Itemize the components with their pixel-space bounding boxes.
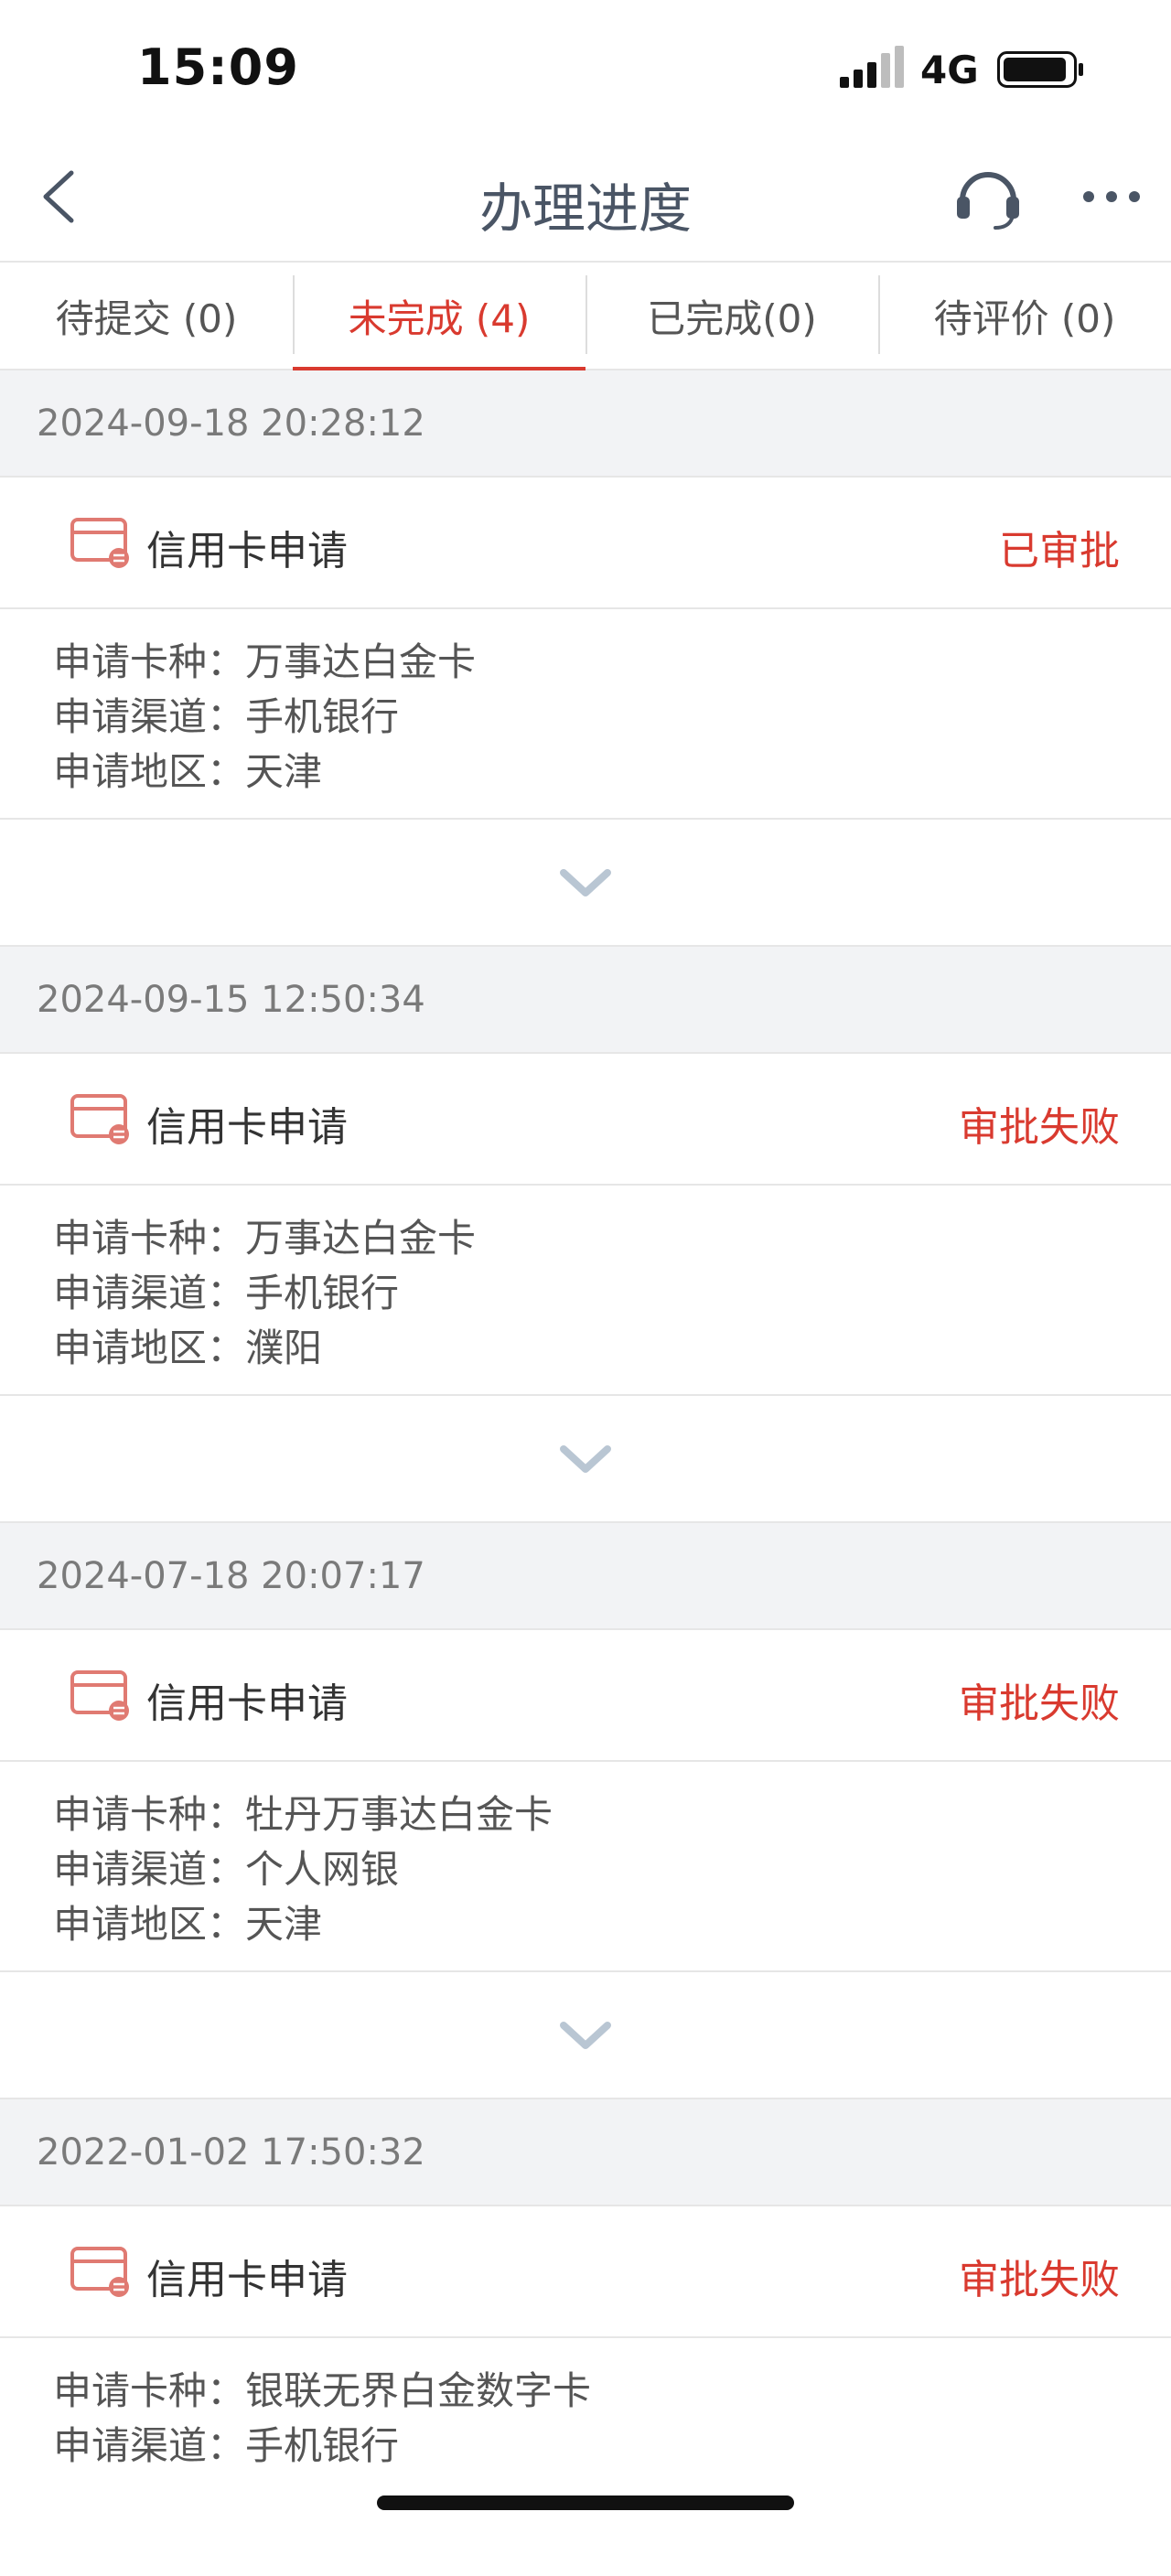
record-title: 信用卡申请 xyxy=(146,1104,348,1151)
record-header[interactable]: 信用卡申请 审批失败 xyxy=(0,1054,1171,1186)
tab-bar: 待提交 (0) 未完成 (4) 已完成(0) 待评价 (0) xyxy=(0,261,1171,370)
record-header[interactable]: 信用卡申请 已审批 xyxy=(0,478,1171,609)
credit-card-icon xyxy=(70,1670,129,1721)
record-details: 申请卡种：万事达白金卡 申请渠道：手机银行 申请地区：天津 xyxy=(0,609,1171,820)
detail-channel: 申请渠道：手机银行 xyxy=(53,2423,400,2468)
record-datetime: 2024-07-18 20:07:17 xyxy=(0,1523,1171,1630)
expand-button[interactable] xyxy=(0,1396,1171,1523)
headset-icon[interactable] xyxy=(951,160,1025,233)
record-header[interactable]: 信用卡申请 审批失败 xyxy=(0,1630,1171,1762)
record-status: 审批失败 xyxy=(959,2257,1120,2303)
detail-channel: 申请渠道：个人网银 xyxy=(53,1847,400,1892)
record-title: 信用卡申请 xyxy=(146,528,348,574)
record-title: 信用卡申请 xyxy=(146,1680,348,1727)
detail-region: 申请地区：濮阳 xyxy=(53,1326,323,1370)
tab-pending-submit[interactable]: 待提交 (0) xyxy=(0,263,293,369)
chevron-down-icon xyxy=(560,1445,611,1473)
tab-pending-review[interactable]: 待评价 (0) xyxy=(878,263,1171,369)
record-group: 2024-09-15 12:50:34 信用卡申请 审批失败 申请卡种：万事达白… xyxy=(0,947,1171,1523)
tab-completed[interactable]: 已完成(0) xyxy=(586,263,878,369)
status-bar: 15:09 4G xyxy=(0,0,1171,133)
detail-card-type: 申请卡种：银联无界白金数字卡 xyxy=(53,2368,592,2413)
record-details: 申请卡种：牡丹万事达白金卡 申请渠道：个人网银 申请地区：天津 xyxy=(0,1762,1171,1972)
expand-button[interactable] xyxy=(0,820,1171,947)
cellular-signal-icon xyxy=(840,46,904,88)
home-indicator xyxy=(377,2496,794,2510)
status-time: 15:09 xyxy=(137,38,299,96)
record-title: 信用卡申请 xyxy=(146,2257,348,2303)
record-datetime: 2022-01-02 17:50:32 xyxy=(0,2099,1171,2206)
detail-channel: 申请渠道：手机银行 xyxy=(53,694,400,739)
record-group: 2024-07-18 20:07:17 信用卡申请 审批失败 申请卡种：牡丹万事… xyxy=(0,1523,1171,2099)
credit-card-icon xyxy=(70,518,129,568)
detail-region: 申请地区：天津 xyxy=(53,1902,323,1947)
nav-bar: 办理进度 xyxy=(0,133,1171,261)
record-details: 申请卡种：万事达白金卡 申请渠道：手机银行 申请地区：濮阳 xyxy=(0,1186,1171,1396)
record-status: 审批失败 xyxy=(959,1680,1120,1727)
record-header[interactable]: 信用卡申请 审批失败 xyxy=(0,2206,1171,2338)
more-dots-icon[interactable] xyxy=(1080,186,1144,208)
record-status: 已审批 xyxy=(999,528,1120,574)
record-datetime: 2024-09-15 12:50:34 xyxy=(0,947,1171,1054)
credit-card-icon xyxy=(70,1094,129,1144)
record-details: 申请卡种：银联无界白金数字卡 申请渠道：手机银行 xyxy=(0,2338,1171,2576)
expand-button[interactable] xyxy=(0,1972,1171,2099)
record-group: 2024-09-18 20:28:12 信用卡申请 已审批 申请卡种：万事达白金… xyxy=(0,370,1171,947)
chevron-down-icon xyxy=(560,869,611,896)
network-type: 4G xyxy=(920,48,979,92)
chevron-down-icon xyxy=(560,2022,611,2049)
tab-incomplete[interactable]: 未完成 (4) xyxy=(293,263,586,370)
record-datetime: 2024-09-18 20:28:12 xyxy=(0,370,1171,478)
detail-card-type: 申请卡种：万事达白金卡 xyxy=(53,639,477,684)
battery-icon xyxy=(997,51,1083,88)
detail-card-type: 申请卡种：万事达白金卡 xyxy=(53,1216,477,1261)
credit-card-icon xyxy=(70,2247,129,2297)
detail-channel: 申请渠道：手机银行 xyxy=(53,1271,400,1315)
record-status: 审批失败 xyxy=(959,1104,1120,1151)
records-list: 2024-09-18 20:28:12 信用卡申请 已审批 申请卡种：万事达白金… xyxy=(0,370,1171,2576)
detail-card-type: 申请卡种：牡丹万事达白金卡 xyxy=(53,1792,553,1837)
detail-region: 申请地区：天津 xyxy=(53,749,323,794)
